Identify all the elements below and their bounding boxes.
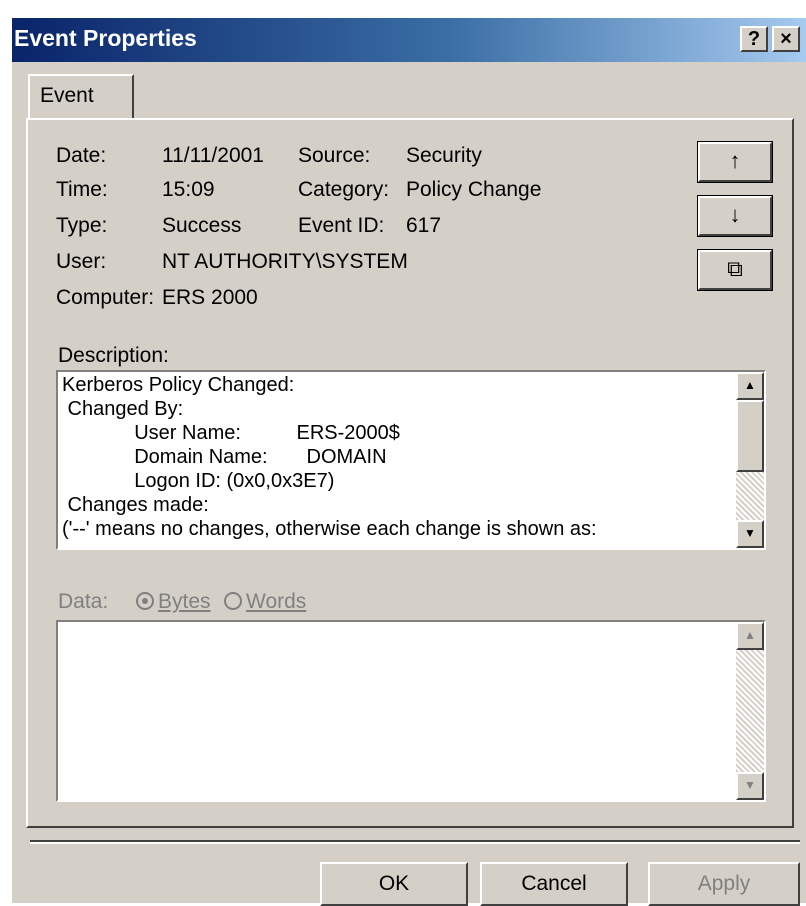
copy-button[interactable]: ⧉ [697,249,773,291]
description-line: Logon ID: (0x0,0x3E7) [62,470,335,492]
window-title: Event Properties [14,25,197,51]
ok-button[interactable]: OK [320,862,468,906]
scroll-up-icon: ▲ [744,628,756,642]
computer-label: Computer: [56,286,155,309]
scroll-up-icon: ▲ [744,378,756,392]
date-label: Date: [56,144,107,167]
user-value: NT AUTHORITY\SYSTEM [162,250,408,273]
description-scrollbar[interactable]: ▲ ▼ [736,372,764,548]
event-tab-panel: Date: 11/11/2001 Source: Security Time: … [26,118,794,828]
time-label: Time: [56,178,108,201]
user-label: User: [56,250,107,273]
close-button[interactable]: × [772,26,800,52]
apply-button[interactable]: Apply [648,862,800,906]
arrow-up-icon: ↑ [729,148,741,173]
scroll-thumb[interactable] [736,400,764,472]
previous-event-button[interactable]: ↑ [697,141,773,183]
description-line: Kerberos Policy Changed: [62,374,295,396]
data-textbox[interactable]: ▲ ▼ [56,620,766,802]
computer-value: ERS 2000 [162,286,258,309]
scroll-up-button[interactable]: ▲ [736,622,764,650]
arrow-down-icon: ↓ [729,202,741,227]
separator-highlight [30,842,800,844]
description-label: Description: [58,344,169,367]
source-value: Security [406,144,482,167]
bytes-radio-label[interactable]: Bytes [158,590,211,614]
title-bar: Event Properties ? × [12,18,806,62]
bytes-radio[interactable] [136,592,154,610]
category-value: Policy Change [406,178,542,201]
scroll-up-button[interactable]: ▲ [736,372,764,400]
next-event-button[interactable]: ↓ [697,195,773,237]
time-value: 15:09 [162,178,215,201]
source-label: Source: [298,144,371,167]
description-line: User Name: ERS-2000$ [62,422,400,444]
event-properties-dialog: Event Properties ? × Event Date: 11/11/2… [12,18,806,906]
tab-event[interactable]: Event [28,74,134,120]
eventid-label: Event ID: [298,214,385,237]
data-label: Data: [58,590,109,613]
eventid-value: 617 [406,214,442,237]
data-scrollbar[interactable]: ▲ ▼ [736,622,764,800]
radio-selected-dot [142,598,148,604]
scroll-down-icon: ▼ [744,526,756,540]
description-textbox[interactable]: Kerberos Policy Changed: Changed By: Use… [56,370,766,550]
words-radio[interactable] [224,592,242,610]
help-button[interactable]: ? [740,26,768,52]
type-value: Success [162,214,242,237]
description-line: ('--' means no changes, otherwise each c… [62,518,597,540]
description-line: Changes made: [62,494,209,516]
cancel-button[interactable]: Cancel [480,862,628,906]
scroll-down-button[interactable]: ▼ [736,520,764,548]
copy-icon: ⧉ [727,256,743,281]
description-line: Domain Name: DOMAIN [62,446,387,468]
type-label: Type: [56,214,108,237]
category-label: Category: [298,178,390,201]
scroll-down-button[interactable]: ▼ [736,772,764,800]
date-value: 11/11/2001 [162,144,264,167]
words-radio-label[interactable]: Words [246,590,306,614]
description-line: Changed By: [62,398,184,420]
scroll-down-icon: ▼ [744,778,756,792]
